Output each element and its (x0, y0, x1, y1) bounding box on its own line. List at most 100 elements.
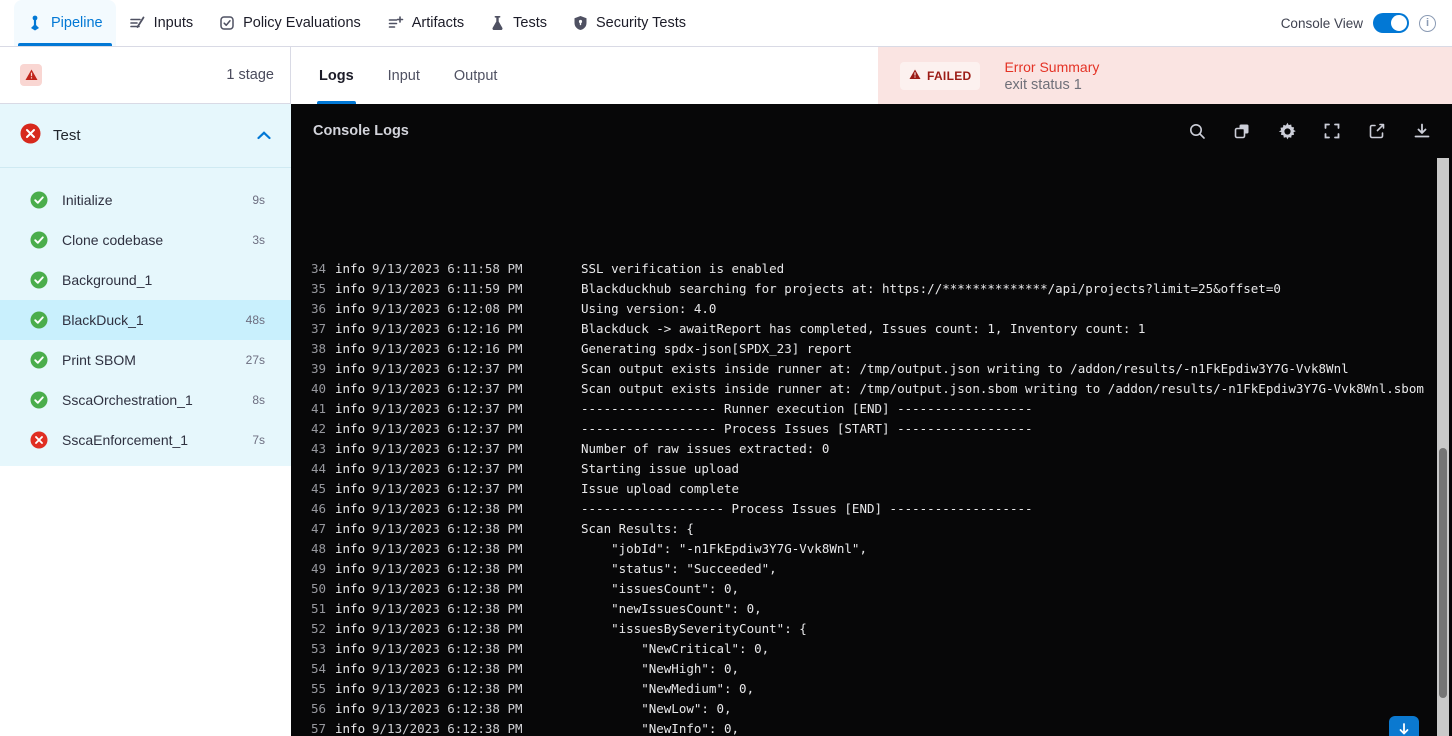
log-line-number: 53 (311, 640, 327, 656)
log-level: info (335, 640, 366, 656)
log-level: info (335, 600, 366, 616)
settings-gear-icon[interactable] (1277, 121, 1297, 141)
console-scrollbar-track[interactable] (1437, 158, 1449, 736)
console-logs-panel: Console Logs 34 info 9/13/2023 6:11:58 P… (291, 104, 1452, 736)
policy-check-icon (219, 15, 235, 31)
log-message: Scan output exists inside runner at: /tm… (581, 360, 1349, 376)
log-timestamp: 9/13/2023 6:12:08 PM (372, 300, 523, 316)
step-row[interactable]: Print SBOM 27s (0, 340, 291, 380)
log-level: info (335, 360, 366, 376)
log-line-number: 39 (311, 360, 327, 376)
step-name: SscaEnforcement_1 (62, 432, 189, 448)
step-row[interactable]: Background_1 (0, 260, 291, 300)
log-line-number: 57 (311, 720, 327, 736)
step-name: Print SBOM (62, 352, 136, 368)
log-line-number: 54 (311, 660, 327, 676)
log-message: "status": "Succeeded", (581, 560, 777, 576)
step-list: Initialize 9s Clone codebase 3s Backgrou… (0, 168, 291, 460)
log-message: "newIssuesCount": 0, (581, 600, 762, 616)
tab-output[interactable]: Output (454, 47, 498, 104)
log-message: Issue upload complete (581, 480, 740, 496)
step-duration: 3s (252, 233, 265, 247)
log-line-number: 40 (311, 380, 327, 396)
log-message: "issuesCount": 0, (581, 580, 740, 596)
log-message: Scan Results: { (581, 520, 694, 536)
log-level: info (335, 520, 366, 536)
scroll-to-bottom-button[interactable] (1389, 716, 1419, 736)
log-message: "NewLow": 0, (581, 700, 732, 716)
log-message: "NewHigh": 0, (581, 660, 740, 676)
step-row[interactable]: Clone codebase 3s (0, 220, 291, 260)
log-line: 49 info 9/13/2023 6:12:38 PM "status": "… (291, 558, 1437, 578)
tab-security-tests[interactable]: Security Tests (560, 0, 699, 46)
log-timestamp: 9/13/2023 6:12:37 PM (372, 480, 523, 496)
error-summary-panel: FAILED Error Summary exit status 1 (878, 47, 1452, 104)
open-in-new-icon[interactable] (1367, 121, 1387, 141)
error-summary-text: Error Summary exit status 1 (1004, 59, 1099, 93)
log-message: Blackduckhub searching for projects at: … (581, 280, 1281, 296)
step-row[interactable]: SscaOrchestration_1 8s (0, 380, 291, 420)
tab-policy-evaluations[interactable]: Policy Evaluations (206, 0, 374, 46)
log-line: 48 info 9/13/2023 6:12:38 PM "jobId": "-… (291, 538, 1437, 558)
log-level: info (335, 420, 366, 436)
step-row[interactable]: BlackDuck_1 48s (0, 300, 291, 340)
step-duration: 7s (252, 433, 265, 447)
tab-artifacts[interactable]: Artifacts (374, 0, 477, 46)
log-line-number: 43 (311, 440, 327, 456)
step-row[interactable]: Initialize 9s (0, 180, 291, 220)
log-timestamp: 9/13/2023 6:12:38 PM (372, 540, 523, 556)
console-title: Console Logs (313, 123, 409, 139)
fullscreen-icon[interactable] (1322, 121, 1342, 141)
success-icon (30, 191, 48, 209)
console-toolbar (1187, 121, 1432, 141)
tab-inputs[interactable]: Inputs (116, 0, 207, 46)
search-icon[interactable] (1187, 121, 1207, 141)
flask-icon (490, 15, 505, 31)
info-icon[interactable]: i (1419, 14, 1436, 32)
log-level: info (335, 460, 366, 476)
log-line: 43 info 9/13/2023 6:12:37 PM Number of r… (291, 438, 1437, 458)
log-line: 57 info 9/13/2023 6:12:38 PM "NewInfo": … (291, 718, 1437, 736)
log-message: "NewInfo": 0, (581, 720, 740, 736)
console-header: Console Logs (291, 104, 1452, 158)
log-line-number: 45 (311, 480, 327, 496)
step-duration: 48s (245, 313, 265, 327)
log-level: info (335, 262, 366, 276)
chevron-up-icon[interactable] (257, 127, 271, 145)
tab-input[interactable]: Input (388, 47, 420, 104)
log-line-number: 56 (311, 700, 327, 716)
log-message: "issuesBySeverityCount": { (581, 620, 807, 636)
log-timestamp: 9/13/2023 6:12:38 PM (372, 720, 523, 736)
log-level: info (335, 320, 366, 336)
step-name: Initialize (62, 192, 113, 208)
log-line: 47 info 9/13/2023 6:12:38 PM Scan Result… (291, 518, 1437, 538)
log-message: Generating spdx-json[SPDX_23] report (581, 340, 852, 356)
log-level: info (335, 400, 366, 416)
step-duration: 8s (252, 393, 265, 407)
stage-name: Test (53, 127, 81, 144)
log-level: info (335, 580, 366, 596)
log-line: 44 info 9/13/2023 6:12:37 PM Starting is… (291, 458, 1437, 478)
log-viewport[interactable]: 34 info 9/13/2023 6:11:58 PM SSL verific… (291, 262, 1437, 736)
tab-tests[interactable]: Tests (477, 0, 560, 46)
sidebar-header: 1 stage (0, 47, 291, 104)
download-icon[interactable] (1412, 121, 1432, 141)
tab-logs[interactable]: Logs (317, 47, 356, 104)
log-timestamp: 9/13/2023 6:12:38 PM (372, 680, 523, 696)
tab-pipeline[interactable]: Pipeline (14, 0, 116, 46)
step-row[interactable]: SscaEnforcement_1 7s (0, 420, 291, 460)
log-message: Scan output exists inside runner at: /tm… (581, 380, 1424, 396)
log-line-number: 35 (311, 280, 327, 296)
log-message: "jobId": "-n1FkEpdiw3Y7G-Vvk8Wnl", (581, 540, 867, 556)
log-level: info (335, 680, 366, 696)
tab-label: Logs (319, 67, 354, 84)
console-scrollbar-thumb[interactable] (1439, 448, 1447, 698)
tab-label: Output (453, 67, 498, 84)
log-line-number: 50 (311, 580, 327, 596)
log-line: 51 info 9/13/2023 6:12:38 PM "newIssuesC… (291, 598, 1437, 618)
console-view-toggle[interactable] (1373, 13, 1409, 33)
log-line: 35 info 9/13/2023 6:11:59 PM Blackduckhu… (291, 278, 1437, 298)
copy-icon[interactable] (1232, 121, 1252, 141)
stage-row-test[interactable]: Test (0, 104, 291, 168)
log-line-number: 46 (311, 500, 327, 516)
